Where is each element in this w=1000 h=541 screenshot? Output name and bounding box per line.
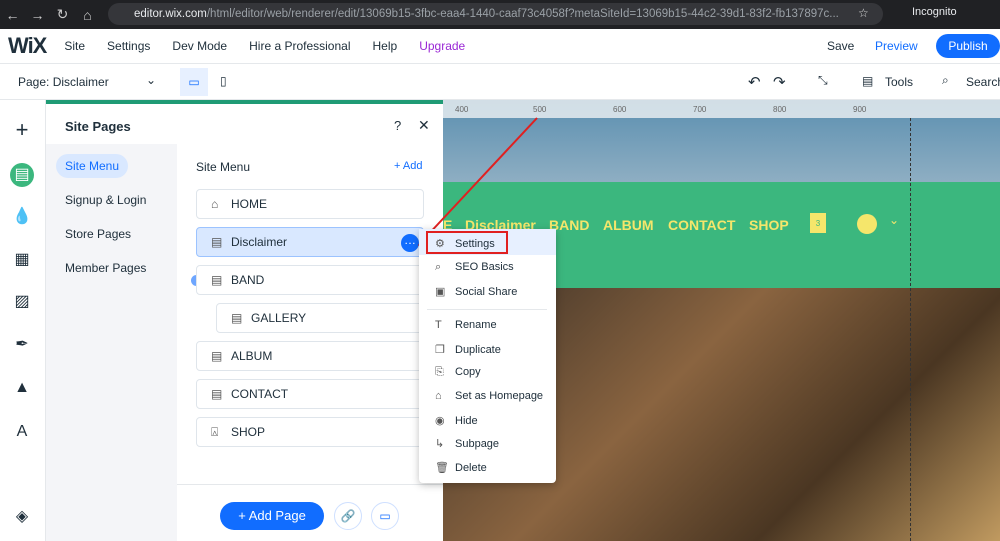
menu-duplicate[interactable]: ❐ Duplicate: [435, 343, 501, 356]
rename-icon: T: [435, 319, 442, 331]
eye-icon: ◉: [435, 415, 445, 427]
copy-icon: ⎘: [435, 366, 444, 378]
menu-social-share[interactable]: ▣ Social Share: [435, 285, 517, 298]
share-icon: ▣: [435, 286, 446, 298]
menu-subpage[interactable]: ↳ Subpage: [435, 437, 499, 450]
menu-settings[interactable]: ⚙ Settings: [435, 237, 495, 250]
page-context-menu: ⚙ Settings ⌕ SEO Basics ▣ Social Share T Ren…: [419, 229, 556, 483]
duplicate-icon: ❐: [435, 344, 445, 356]
menu-copy[interactable]: ⎘ Copy: [435, 366, 481, 379]
menu-rename[interactable]: T Rename: [435, 319, 497, 331]
menu-delete[interactable]: 🗑 Delete: [435, 461, 487, 474]
subpage-icon: ↳: [435, 438, 445, 450]
menu-set-homepage[interactable]: ⌂ Set as Homepage: [435, 390, 543, 402]
seo-icon: ⌕: [435, 261, 442, 273]
home-icon: ⌂: [435, 390, 442, 402]
menu-seo-basics[interactable]: ⌕ SEO Basics: [435, 261, 514, 274]
menu-hide[interactable]: ◉ Hide: [435, 414, 478, 427]
trash-icon: 🗑: [435, 462, 449, 474]
gear-icon: ⚙: [435, 238, 445, 250]
